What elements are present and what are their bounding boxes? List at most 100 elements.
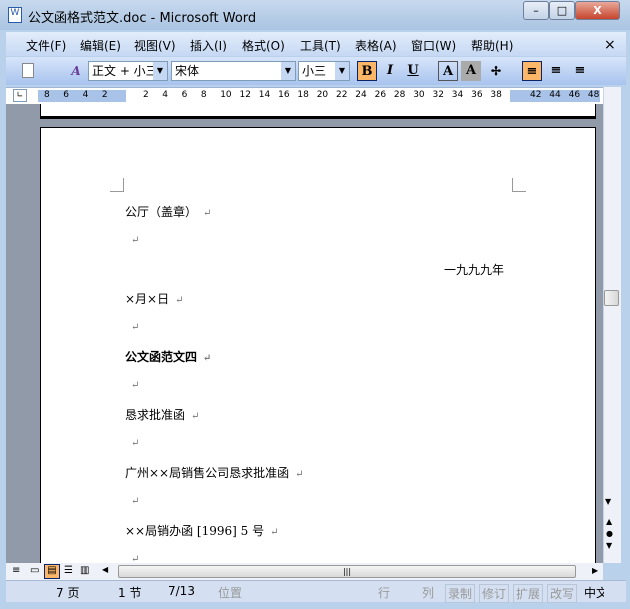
status-row: 行 [378, 586, 391, 600]
ruler-tick-label: 44 [549, 90, 561, 100]
line-text: 公厅（盖章） [125, 205, 198, 219]
underline-button[interactable]: U [403, 61, 423, 81]
style-combo[interactable]: 正文 + 小三 ▼ [88, 61, 168, 81]
bold-button[interactable]: B [357, 61, 377, 81]
ruler-tick-label: 28 [393, 90, 406, 100]
ruler-tick-label: 14 [258, 90, 271, 100]
close-button[interactable]: X [575, 1, 620, 20]
document-line: 公厅（盖章） ↵ [125, 203, 211, 220]
scroll-left-button[interactable]: ◀ [102, 565, 108, 574]
character-scaling-icon[interactable]: ✢ [486, 61, 506, 81]
paragraph-mark: ↵ [131, 235, 140, 246]
document-line: ↵ [125, 377, 139, 391]
menu-window[interactable]: 窗口(W) [411, 37, 456, 54]
line-text: ××局销办函 [1996] 5 号 [125, 524, 265, 538]
line-text: ×月×日 [125, 292, 170, 306]
ruler-tick-label: 20 [316, 90, 329, 100]
char-shading-button[interactable]: A [461, 61, 481, 81]
paragraph-mark: ↵ [131, 496, 140, 507]
ruler-tick-label: 16 [278, 90, 290, 100]
char-border-button[interactable]: A [438, 61, 458, 81]
ruler-tick-label: 6 [181, 90, 188, 100]
web-view-button[interactable]: ▭ [30, 565, 39, 576]
document-line: 公文函范文四 ↵ [125, 348, 211, 365]
new-document-icon[interactable] [22, 63, 34, 78]
paragraph-mark: ↵ [131, 380, 140, 391]
font-value: 宋体 [175, 64, 200, 78]
ruler-tick-label: 4 [82, 90, 89, 100]
paragraph-mark: ↵ [175, 295, 184, 306]
menu-file[interactable]: 文件(F) [26, 37, 66, 54]
ruler-tick-label: 30 [413, 90, 425, 100]
menu-help[interactable]: 帮助(H) [471, 37, 513, 54]
italic-button[interactable]: I [380, 61, 400, 81]
size-combo[interactable]: 小三 ▼ [298, 61, 350, 81]
menu-edit[interactable]: 编辑(E) [80, 37, 121, 54]
document-line: ↵ [125, 319, 139, 333]
ruler-tick-label: 2 [101, 90, 108, 100]
word-icon: W [8, 7, 22, 23]
menu-tools[interactable]: 工具(T) [300, 37, 341, 54]
ruler-tick-label: 10 [220, 90, 232, 100]
ruler-tick-label: 2 [143, 90, 149, 100]
ruler-tick-label: 32 [432, 90, 444, 100]
style-value: 正文 + 小三 [92, 64, 158, 78]
crop-mark [110, 178, 124, 192]
chevron-down-icon: ▼ [335, 62, 349, 80]
align-right-button[interactable]: ≡ [570, 61, 590, 81]
ruler-tick-label: 8 [44, 90, 50, 100]
document-line: ×月×日 ↵ [125, 290, 184, 307]
paragraph-mark: ↵ [270, 527, 279, 538]
maximize-button[interactable]: □ [549, 1, 575, 20]
document-line: 一九九九年 [444, 261, 504, 278]
menu-view[interactable]: 视图(V) [134, 37, 176, 54]
status-extend[interactable]: 扩展 [513, 584, 544, 603]
chevron-down-icon: ▼ [153, 62, 167, 80]
status-col: 列 [422, 586, 435, 600]
paragraph-mark: ↵ [191, 411, 200, 422]
menu-insert[interactable]: 插入(I) [190, 37, 227, 54]
document-page[interactable] [40, 127, 596, 567]
status-record[interactable]: 录制 [445, 584, 476, 603]
scroll-down-button[interactable]: ▼ [605, 497, 611, 506]
ruler-tick-label: 26 [374, 90, 387, 100]
styles-icon[interactable]: A [66, 61, 86, 81]
reading-view-button[interactable]: ▥ [80, 565, 89, 576]
vertical-scroll-thumb[interactable] [604, 290, 619, 306]
status-overtype[interactable]: 改写 [547, 584, 578, 603]
horizontal-scroll-thumb[interactable]: ||| [118, 565, 576, 578]
document-line: 广州××局销售公司恳求批准函 ↵ [125, 464, 304, 481]
chevron-down-icon: ▼ [281, 62, 295, 80]
paragraph-mark: ↵ [295, 469, 304, 480]
menu-table[interactable]: 表格(A) [355, 37, 397, 54]
ruler-tick-label: 34 [451, 90, 464, 100]
ruler-tick-label: 6 [63, 90, 70, 100]
ruler-tick-label: 8 [200, 90, 207, 100]
scroll-right-button[interactable]: ▶ [592, 566, 598, 575]
vertical-scrollbar[interactable] [603, 87, 621, 563]
align-center-button[interactable]: ≡ [546, 61, 566, 81]
align-justify-button[interactable]: ≡ [522, 61, 542, 81]
ruler-tick-label: 4 [162, 90, 169, 100]
document-line: ××局销办函 [1996] 5 号 ↵ [125, 522, 278, 539]
ruler-tick-label: 36 [471, 90, 483, 100]
ruler-tick-label: 42 [530, 90, 542, 100]
ruler-tick-label: 22 [336, 90, 348, 100]
minimize-button[interactable]: – [523, 1, 549, 20]
outline-view-button[interactable]: ☰ [64, 565, 73, 576]
line-text: 公文函范文四 [125, 350, 198, 364]
menu-format[interactable]: 格式(O) [242, 37, 285, 54]
paragraph-mark: ↵ [131, 322, 140, 333]
document-line: 恳求批准函 ↵ [125, 406, 199, 423]
status-track[interactable]: 修订 [479, 584, 510, 603]
normal-view-button[interactable]: ≡ [12, 565, 20, 576]
font-combo[interactable]: 宋体 ▼ [171, 61, 296, 81]
close-document-button[interactable]: × [604, 37, 616, 53]
window-title: 公文函格式范文.doc - Microsoft Word [28, 11, 257, 26]
print-view-button[interactable]: ▤ [44, 564, 60, 579]
browse-buttons[interactable]: ▲ ● ▼ [606, 516, 613, 552]
document-line: ↵ [125, 435, 139, 449]
status-pages: 7/13 [168, 584, 195, 598]
tab-selector[interactable]: ∟ [13, 89, 27, 102]
status-position: 位置 [218, 586, 243, 600]
